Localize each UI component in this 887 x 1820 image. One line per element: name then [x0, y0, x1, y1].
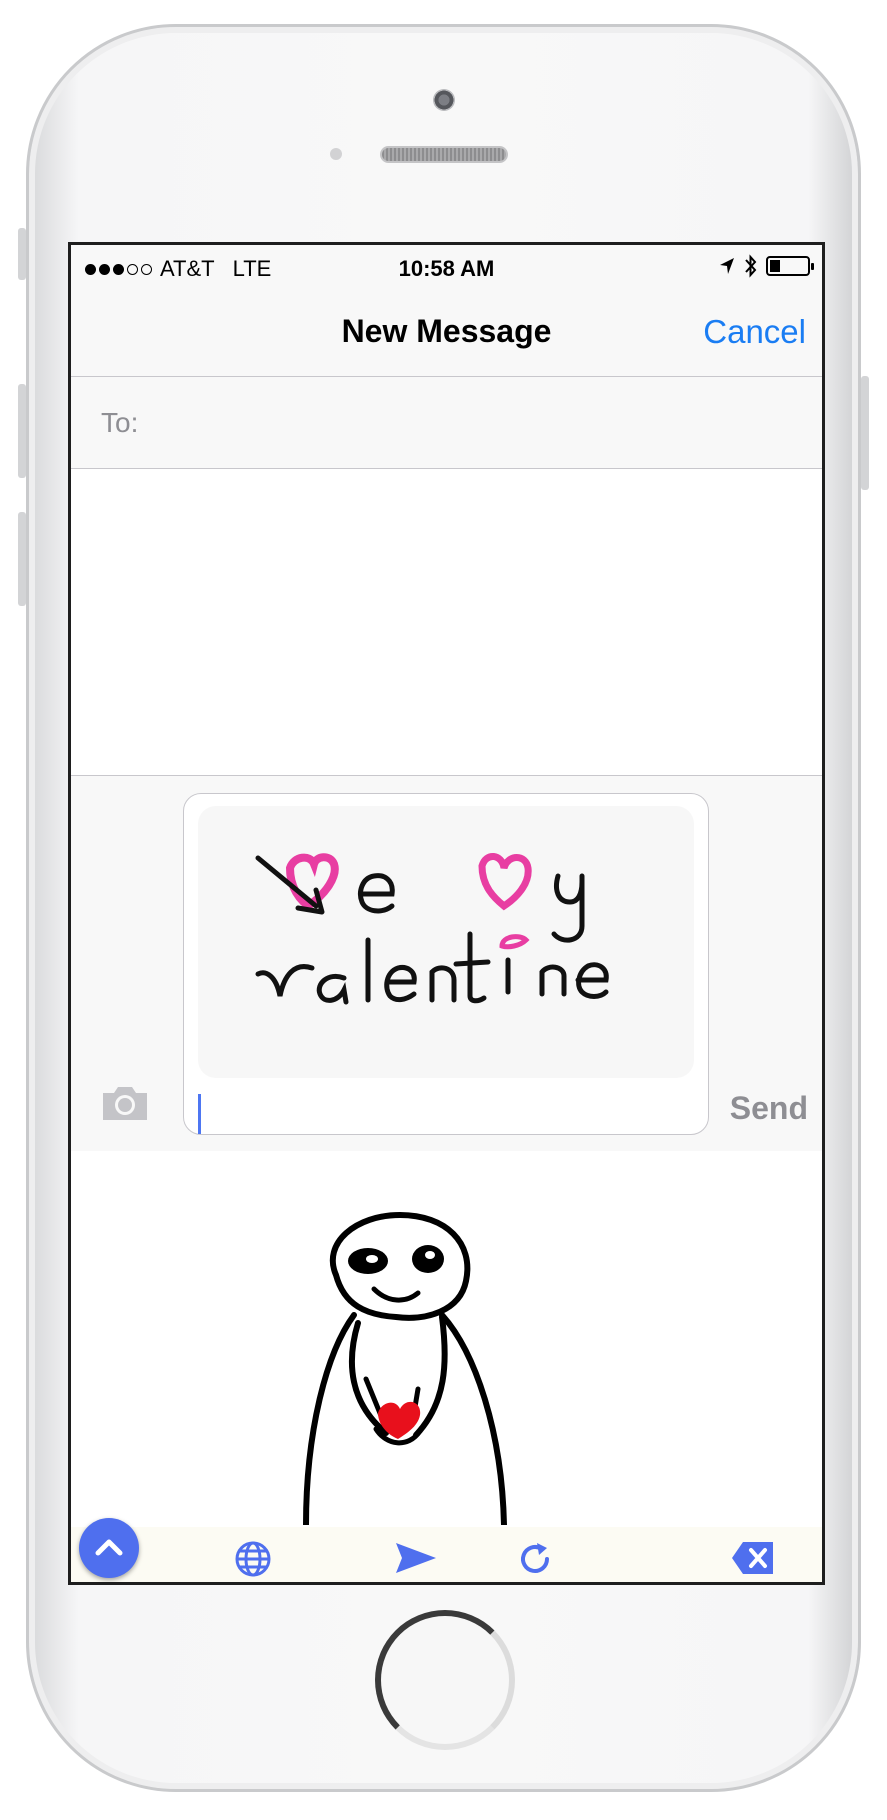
recipient-label: To: — [101, 407, 139, 438]
expand-keyboard-button[interactable] — [79, 1518, 139, 1578]
volume-down-button — [18, 512, 26, 606]
power-button — [861, 376, 869, 490]
keyboard-toolbar — [71, 1518, 822, 1582]
recipient-input[interactable] — [161, 397, 802, 447]
navigation-bar: New Message Cancel — [71, 287, 822, 377]
location-icon — [720, 258, 734, 274]
recipient-row: To: — [71, 377, 822, 469]
globe-icon[interactable] — [234, 1540, 272, 1578]
cancel-button[interactable]: Cancel — [703, 313, 806, 351]
proximity-sensor — [330, 148, 342, 160]
send-button[interactable]: Send — [730, 1090, 808, 1127]
camera-icon[interactable] — [99, 1083, 151, 1123]
volume-up-button — [18, 384, 26, 478]
stickman-holding-heart-drawing — [303, 1211, 507, 1525]
home-button[interactable] — [375, 1610, 515, 1750]
earpiece-speaker — [380, 146, 508, 163]
drawing-keyboard — [71, 1151, 822, 1582]
battery-icon — [766, 256, 814, 276]
status-right — [718, 254, 814, 278]
mute-switch — [18, 228, 26, 280]
message-text-input[interactable] — [198, 1084, 688, 1128]
refresh-icon[interactable] — [517, 1541, 553, 1577]
screen: AT&T LTE 10:58 AM New Message Cancel To: — [68, 242, 825, 1585]
compose-bar: Send — [71, 776, 822, 1151]
chevron-up-icon — [95, 1539, 123, 1556]
message-field[interactable] — [183, 793, 709, 1135]
handwritten-drawing — [198, 806, 694, 1078]
front-camera — [433, 89, 455, 111]
delete-icon[interactable] — [731, 1540, 775, 1576]
message-thread — [71, 470, 822, 776]
status-bar: AT&T LTE 10:58 AM — [71, 245, 822, 287]
send-icon[interactable] — [394, 1541, 438, 1575]
bluetooth-icon — [745, 254, 757, 278]
status-time: 10:58 AM — [398, 256, 495, 281]
